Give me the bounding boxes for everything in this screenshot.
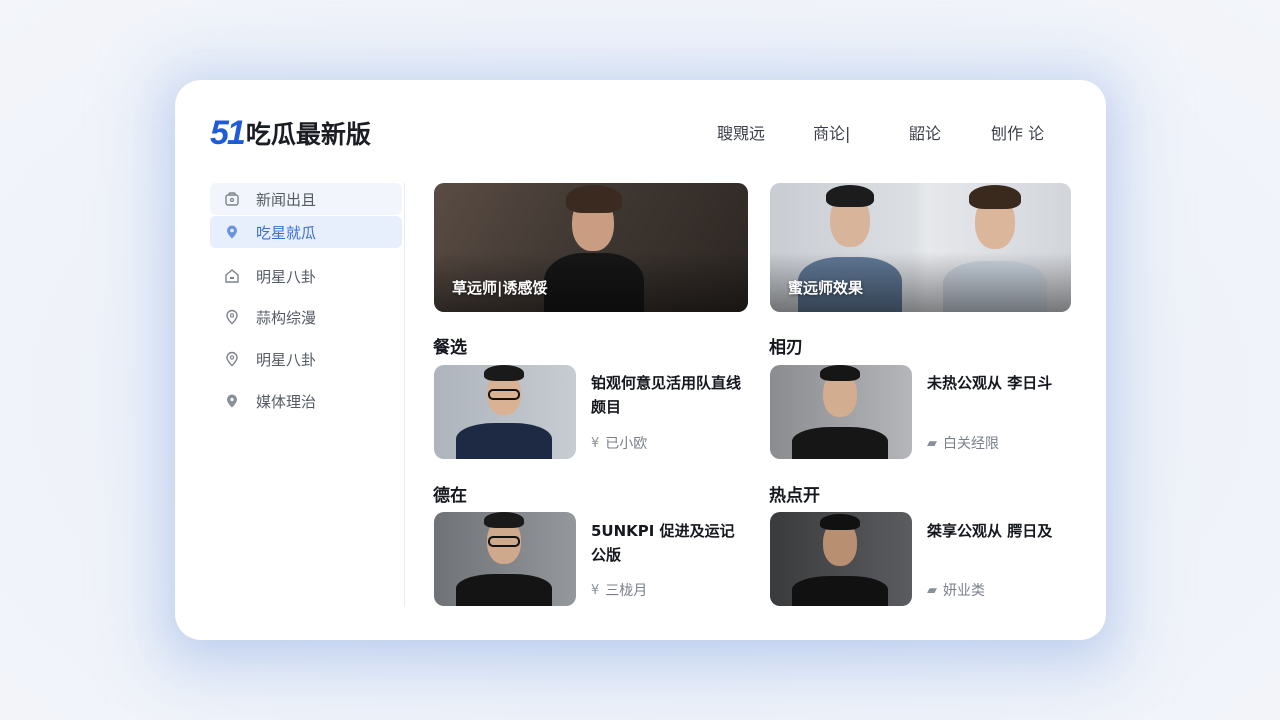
banner-2[interactable]: 蜜远师效果 bbox=[770, 183, 1071, 312]
location-pin-icon bbox=[224, 393, 240, 409]
card-title[interactable]: 铂观何意见活用队直线颇目 bbox=[591, 371, 741, 419]
sidebar-item-media[interactable]: 媒体理治 bbox=[210, 385, 402, 417]
logo-number: 51 bbox=[210, 113, 246, 152]
banner-1[interactable]: 草远师|诱感馁 bbox=[434, 183, 748, 312]
sidebar: 新闻出且 吃星就瓜 明星八卦 蒜构综漫 明星八卦 媒体理治 bbox=[210, 183, 405, 607]
app-window: 51 吃瓜最新版 䏂覭远 商论| 鼦论 刨作 论 新闻出且 吃星就瓜 明星八卦 bbox=[175, 80, 1106, 640]
card-meta-text: 三栊月 bbox=[605, 583, 648, 599]
tag-icon: ▰ bbox=[927, 435, 937, 451]
sidebar-item-celebrity[interactable]: 明星八卦 bbox=[210, 260, 402, 292]
section-title: 餐选 bbox=[433, 338, 467, 358]
home-icon bbox=[224, 268, 240, 284]
person-photo bbox=[790, 365, 890, 459]
banner-caption: 草远师|诱感馁 bbox=[452, 279, 548, 297]
card-meta: ▰ 白关经限 bbox=[927, 433, 999, 453]
card-meta: ▰ 妍业类 bbox=[927, 580, 985, 600]
card-title[interactable]: 桀享公观从 腭日及 bbox=[927, 519, 1077, 543]
top-nav-item[interactable]: 鼦论 bbox=[909, 120, 991, 144]
person-photo bbox=[790, 512, 890, 606]
currency-icon: ¥ bbox=[591, 582, 600, 598]
section-title: 热点开 bbox=[769, 486, 820, 506]
sidebar-item-gossip[interactable]: 吃星就瓜 bbox=[210, 216, 402, 248]
tag-icon: ▰ bbox=[927, 582, 937, 598]
top-nav-item[interactable]: 商论| bbox=[813, 120, 909, 144]
top-nav-item[interactable]: 刨作 论 bbox=[991, 120, 1071, 144]
currency-icon: ¥ bbox=[591, 435, 600, 451]
card-thumbnail[interactable] bbox=[434, 512, 576, 606]
location-pin-icon bbox=[224, 351, 240, 367]
banner-caption: 蜜远师效果 bbox=[788, 279, 864, 297]
card-thumbnail[interactable] bbox=[770, 365, 912, 459]
card-meta: ¥ 已小欧 bbox=[591, 433, 647, 453]
card-meta-text: 白关经限 bbox=[943, 436, 999, 452]
card-title[interactable]: 未热公观从 李日斗 bbox=[927, 371, 1077, 395]
sidebar-item-anime[interactable]: 蒜构综漫 bbox=[210, 301, 402, 333]
sidebar-item-label: 新闻出且 bbox=[256, 190, 317, 209]
card-meta: ¥ 三栊月 bbox=[591, 580, 647, 600]
section-title: 相刃 bbox=[769, 338, 803, 358]
sidebar-item-label: 吃星就瓜 bbox=[256, 223, 317, 242]
top-nav: 䏂覭远 商论| 鼦论 刨作 论 bbox=[717, 120, 1071, 144]
bag-icon bbox=[224, 191, 240, 207]
section-title: 德在 bbox=[433, 486, 467, 506]
sidebar-item-label: 蒜构综漫 bbox=[256, 308, 317, 327]
location-pin-icon bbox=[224, 224, 240, 240]
top-nav-item[interactable]: 䏂覭远 bbox=[717, 120, 813, 144]
location-pin-icon bbox=[224, 309, 240, 325]
person-photo bbox=[454, 512, 554, 606]
logo[interactable]: 51 吃瓜最新版 bbox=[210, 113, 371, 153]
sidebar-item-celebrity-2[interactable]: 明星八卦 bbox=[210, 343, 402, 375]
card-thumbnail[interactable] bbox=[770, 512, 912, 606]
person-photo bbox=[454, 365, 554, 459]
card-meta-text: 妍业类 bbox=[943, 583, 985, 599]
sidebar-item-label: 媒体理治 bbox=[256, 392, 317, 411]
logo-text: 吃瓜最新版 bbox=[245, 120, 371, 149]
sidebar-item-label: 明星八卦 bbox=[256, 350, 317, 369]
card-meta-text: 已小欧 bbox=[605, 436, 648, 452]
sidebar-item-news[interactable]: 新闻出且 bbox=[210, 183, 402, 215]
card-title[interactable]: 5UNKPI 促进及运记公版 bbox=[591, 519, 741, 567]
card-thumbnail[interactable] bbox=[434, 365, 576, 459]
sidebar-item-label: 明星八卦 bbox=[256, 267, 317, 286]
